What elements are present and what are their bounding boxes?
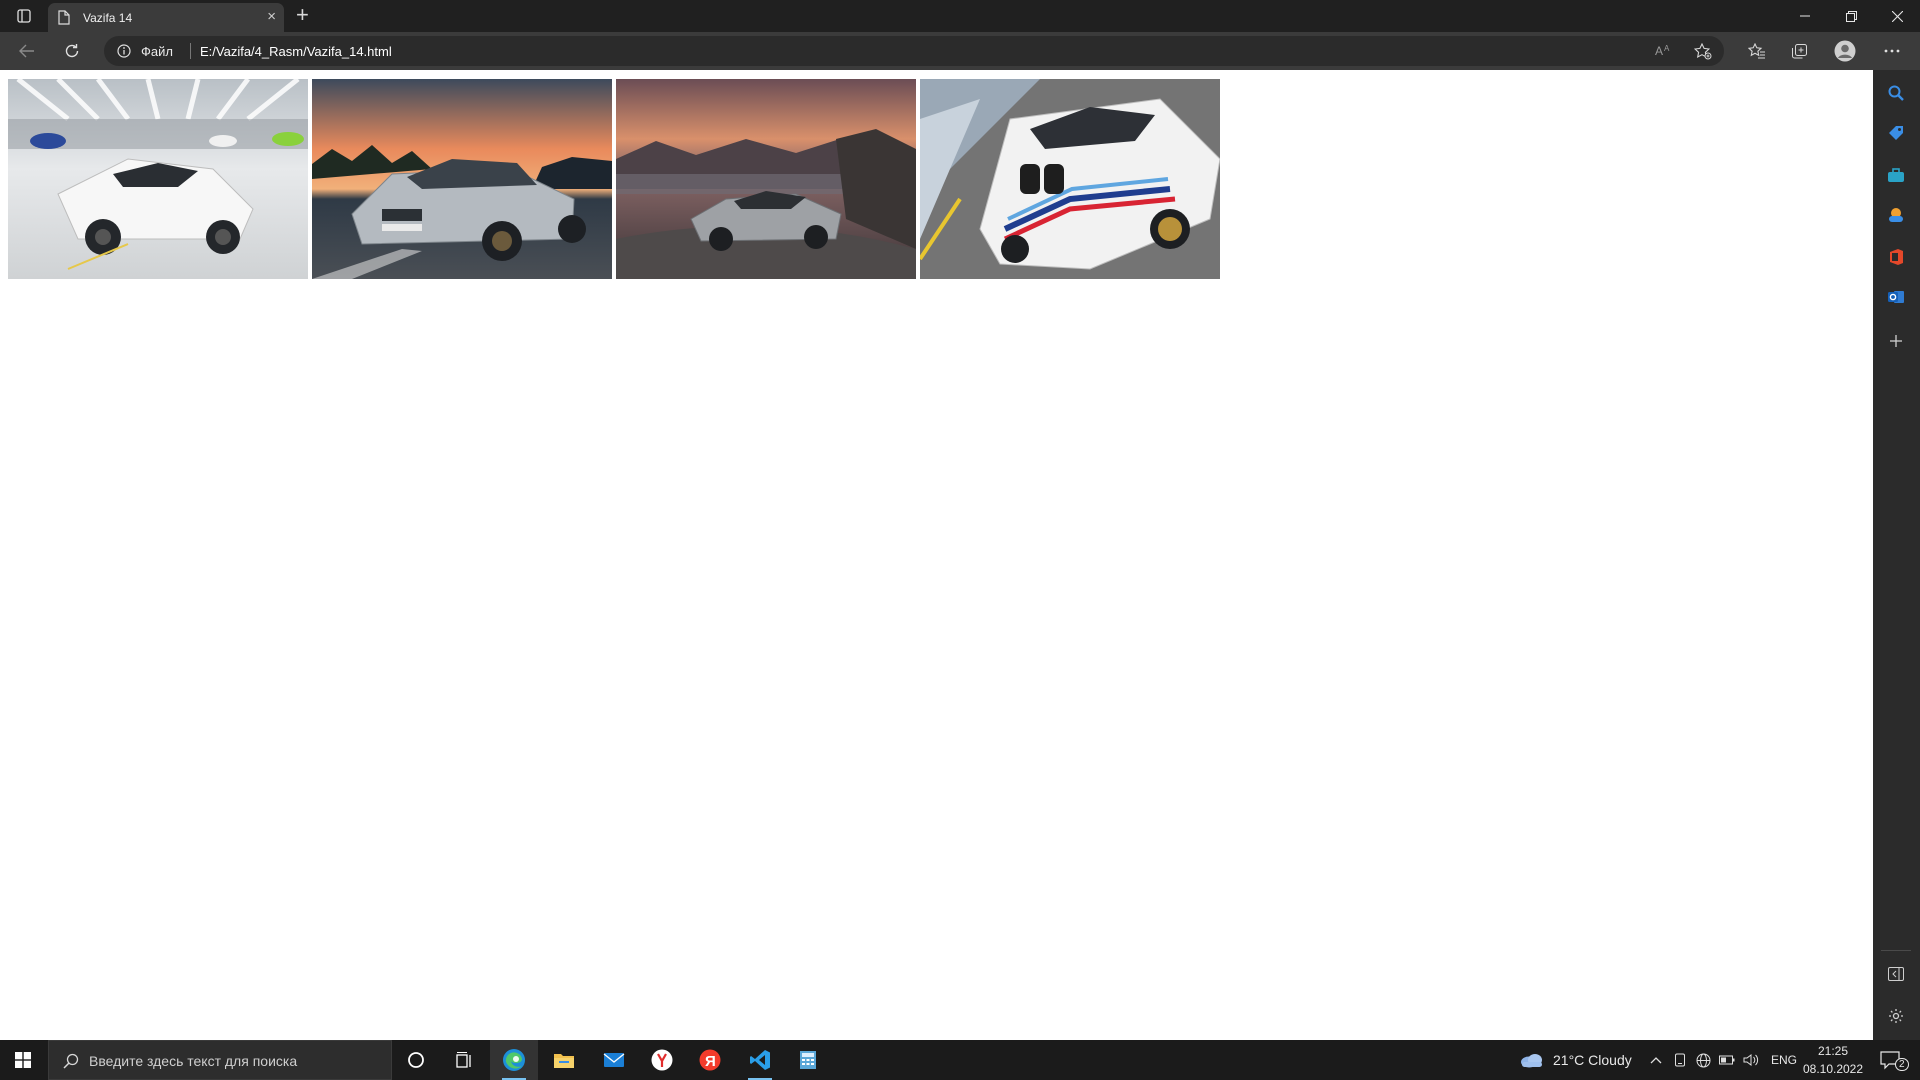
address-divider [190, 43, 191, 59]
clock-time: 21:25 [1817, 1044, 1849, 1058]
notification-count-badge: 2 [1895, 1058, 1909, 1071]
info-icon[interactable] [117, 44, 131, 63]
back-arrow-icon[interactable] [15, 40, 39, 62]
add-favorite-icon[interactable] [1693, 42, 1712, 65]
calculator-icon[interactable] [784, 1040, 832, 1080]
settings-gear-icon[interactable] [1885, 1005, 1907, 1027]
network-globe-icon[interactable] [1694, 1040, 1712, 1080]
car-photo-mercedes [616, 79, 916, 279]
search-icon[interactable] [1885, 82, 1907, 104]
car-photo-lamborghini [8, 79, 308, 279]
clock-date: 08.10.2022 [1802, 1062, 1864, 1076]
edge-sidebar [1873, 70, 1920, 1040]
tab-actions-icon[interactable] [10, 6, 38, 26]
battery-icon[interactable] [1718, 1040, 1736, 1080]
yandex-browser-icon[interactable] [638, 1040, 686, 1080]
start-windows-icon[interactable] [0, 1040, 46, 1080]
devices-icon[interactable] [1672, 1040, 1688, 1080]
weather-text[interactable]: 21°C Cloudy [1553, 1052, 1632, 1068]
windows-taskbar: Введите здесь текст для поиска Я 21°C Cl… [0, 1040, 1920, 1080]
close-tab-icon[interactable]: × [267, 9, 276, 24]
file-explorer-icon[interactable] [540, 1040, 588, 1080]
profile-avatar[interactable] [1833, 40, 1857, 62]
office-icon[interactable] [1885, 246, 1907, 268]
cloudy-weather-icon[interactable] [1518, 1040, 1546, 1080]
more-options-icon[interactable] [1880, 40, 1904, 62]
car-photo-bmw-m4 [312, 79, 612, 279]
search-placeholder: Введите здесь текст для поиска [89, 1053, 298, 1069]
browser-toolbar: Файл E:/Vazifa/4_Rasm/Vazifa_14.html AA [0, 32, 1920, 70]
svg-text:A: A [1664, 44, 1670, 53]
url-text[interactable]: E:/Vazifa/4_Rasm/Vazifa_14.html [200, 44, 392, 59]
add-sidebar-item-icon[interactable] [1885, 330, 1907, 352]
clock[interactable]: 21:25 08.10.2022 [1802, 1042, 1864, 1078]
page-icon [58, 10, 70, 30]
volume-icon[interactable] [1742, 1040, 1760, 1080]
tab-title: Vazifa 14 [83, 11, 133, 25]
shopping-tag-icon[interactable] [1885, 122, 1907, 144]
input-language[interactable]: ENG [1771, 1053, 1797, 1067]
read-aloud-icon[interactable]: AA [1654, 43, 1672, 64]
minimize-icon[interactable] [1782, 0, 1828, 32]
collections-icon[interactable] [1787, 40, 1811, 62]
new-tab-button[interactable]: + [296, 4, 309, 26]
search-icon [63, 1053, 79, 1074]
address-bar[interactable]: Файл E:/Vazifa/4_Rasm/Vazifa_14.html AA [104, 36, 1724, 66]
show-hidden-icons-chevron-icon[interactable] [1648, 1040, 1664, 1080]
favorites-icon[interactable] [1745, 40, 1769, 62]
close-window-icon[interactable] [1874, 0, 1920, 32]
image-gallery [8, 79, 1220, 279]
games-icon[interactable] [1885, 204, 1907, 226]
restore-icon[interactable] [1828, 0, 1874, 32]
cortana-icon[interactable] [396, 1040, 436, 1080]
svg-text:Я: Я [705, 1053, 716, 1070]
sidebar-divider [1881, 950, 1911, 951]
task-view-icon[interactable] [444, 1040, 484, 1080]
tools-icon[interactable] [1885, 164, 1907, 186]
yandex-icon[interactable]: Я [686, 1040, 734, 1080]
active-tab[interactable]: Vazifa 14 × [48, 3, 284, 32]
page-viewport [0, 70, 1873, 1040]
edge-taskbar-icon[interactable] [490, 1040, 538, 1080]
refresh-icon[interactable] [60, 40, 84, 62]
taskbar-search-box[interactable]: Введите здесь текст для поиска [48, 1040, 392, 1080]
outlook-icon[interactable] [1885, 286, 1907, 308]
vscode-icon[interactable] [736, 1040, 784, 1080]
scheme-label: Файл [141, 44, 173, 59]
mail-icon[interactable] [590, 1040, 638, 1080]
title-bar: Vazifa 14 × + [0, 0, 1920, 32]
car-photo-bmw-csl [920, 79, 1220, 279]
svg-text:A: A [1655, 44, 1663, 58]
hide-sidebar-icon[interactable] [1885, 963, 1907, 985]
